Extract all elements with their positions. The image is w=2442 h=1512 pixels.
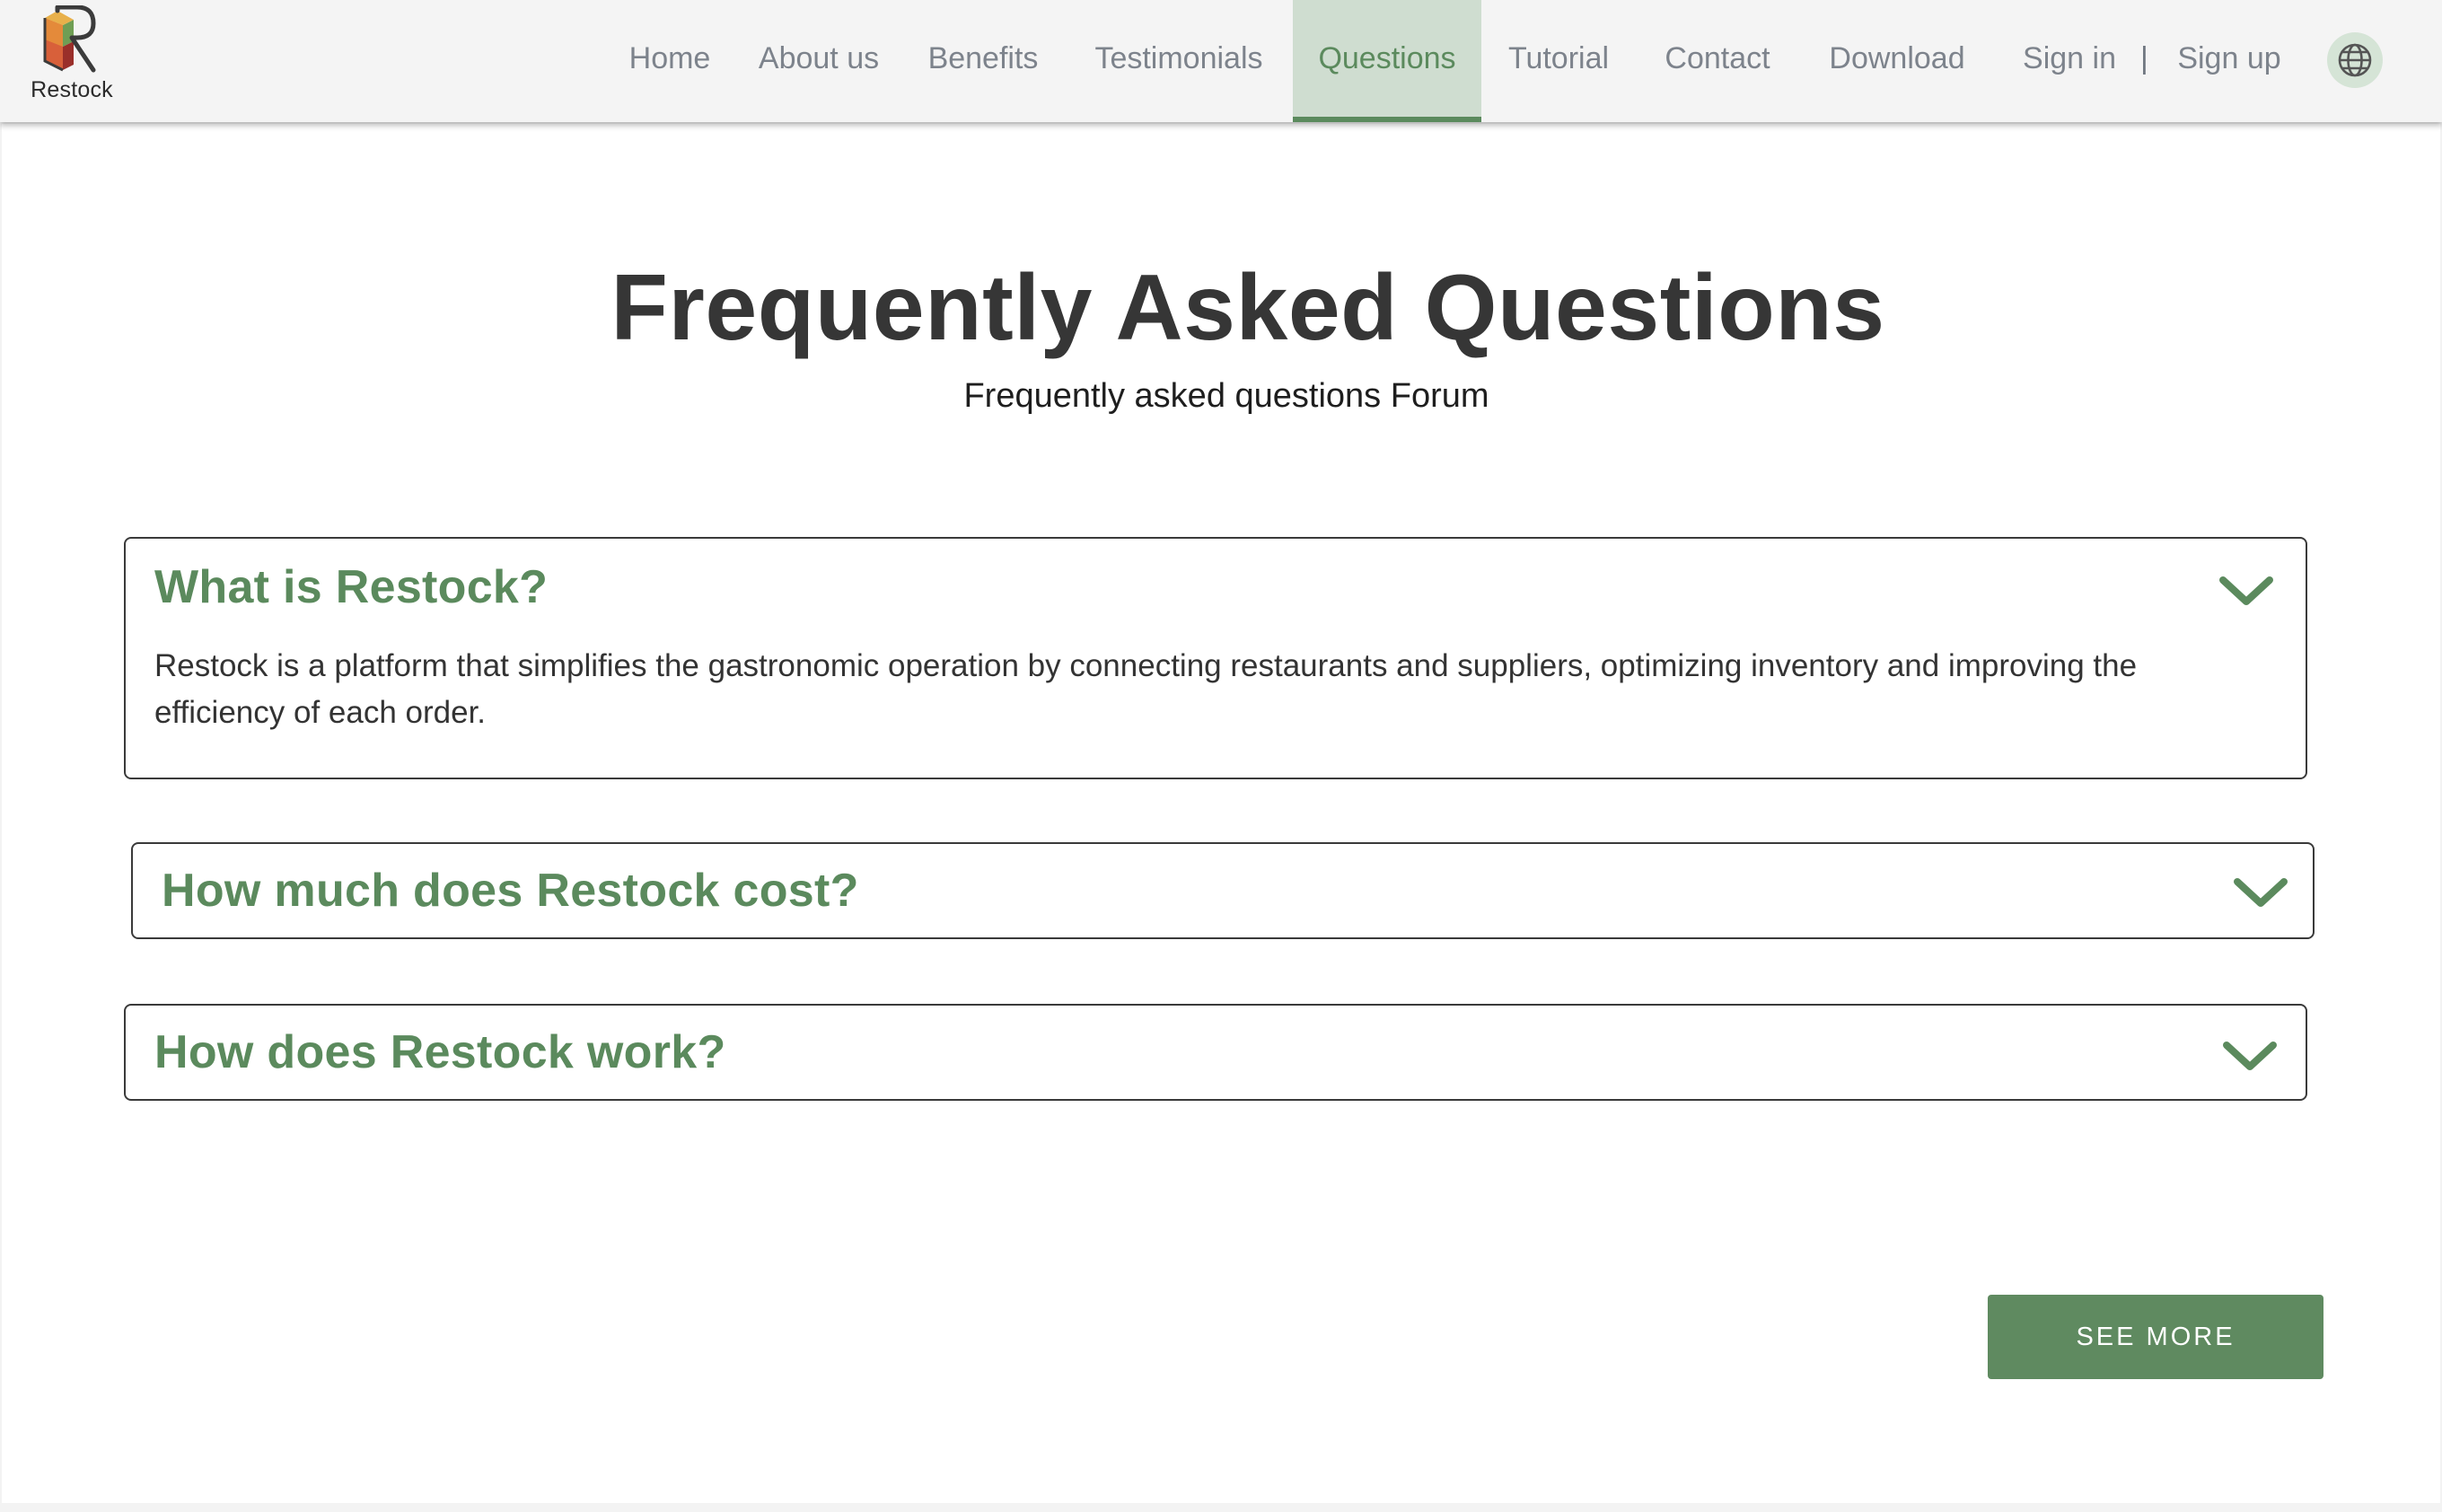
faq-item-how-it-works[interactable]: How does Restock work? xyxy=(124,1004,2307,1101)
faq-item-what-is-restock[interactable]: What is Restock? Restock is a platform t… xyxy=(124,537,2307,779)
faq-question[interactable]: How does Restock work? xyxy=(154,1025,726,1079)
faq-section: Frequently Asked Questions Frequently as… xyxy=(2,124,2440,1503)
main-navigation: Home About us Benefits Testimonials Ques… xyxy=(0,0,2442,122)
faq-item-cost[interactable]: How much does Restock cost? xyxy=(131,842,2315,939)
nav-home[interactable]: Home xyxy=(612,0,727,122)
see-more-button[interactable]: SEE MORE xyxy=(1988,1295,2323,1379)
chevron-down-icon[interactable] xyxy=(2221,1038,2279,1074)
nav-contact[interactable]: Contact xyxy=(1650,0,1785,122)
nav-testimonials[interactable]: Testimonials xyxy=(1077,0,1280,122)
globe-icon xyxy=(2338,43,2372,77)
page: Restock Home About us Benefits Testimoni… xyxy=(0,0,2442,1512)
nav-download[interactable]: Download xyxy=(1814,0,1981,122)
page-subtitle: Frequently asked questions Forum xyxy=(963,377,1489,415)
nav-tutorial[interactable]: Tutorial xyxy=(1494,0,1623,122)
top-navbar: Restock Home About us Benefits Testimoni… xyxy=(0,0,2442,122)
auth-separator: | xyxy=(2140,41,2148,75)
chevron-down-icon[interactable] xyxy=(2218,573,2275,609)
faq-question[interactable]: How much does Restock cost? xyxy=(162,864,859,918)
faq-question[interactable]: What is Restock? xyxy=(154,560,548,614)
faq-answer: Restock is a platform that simplifies th… xyxy=(154,648,2138,730)
language-selector[interactable] xyxy=(2327,32,2383,88)
nav-about-us[interactable]: About us xyxy=(747,0,891,122)
chevron-down-icon[interactable] xyxy=(2232,875,2289,910)
sign-up-link[interactable]: Sign up xyxy=(2169,0,2289,122)
nav-benefits[interactable]: Benefits xyxy=(914,0,1052,122)
sign-in-link[interactable]: Sign in xyxy=(2016,0,2122,122)
page-title: Frequently Asked Questions xyxy=(610,256,1885,360)
nav-questions[interactable]: Questions xyxy=(1293,0,1481,122)
